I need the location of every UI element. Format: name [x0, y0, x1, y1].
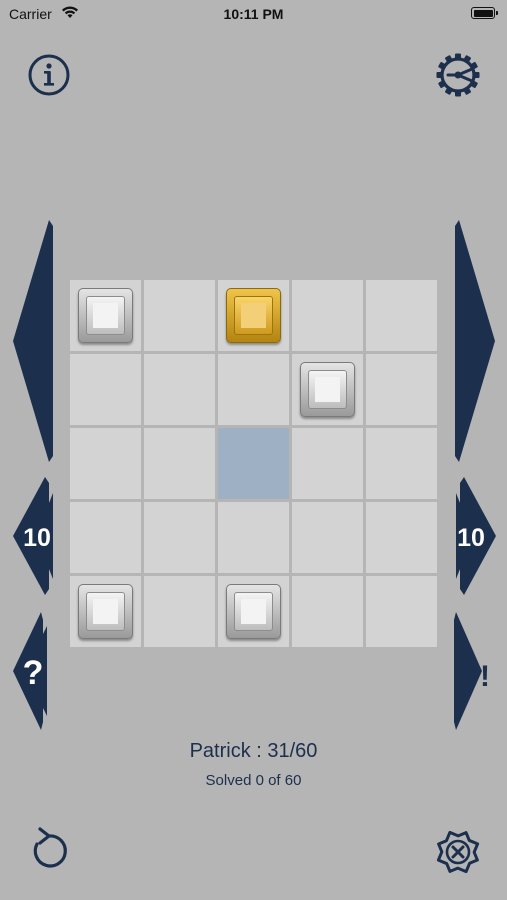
- status-bar: Carrier 10:11 PM: [0, 0, 507, 30]
- info-button[interactable]: [27, 53, 71, 97]
- board-cell[interactable]: [292, 576, 363, 647]
- previous-puzzle-button[interactable]: [13, 220, 57, 462]
- board-cell[interactable]: [366, 280, 437, 351]
- solved-count: Solved 0 of 60: [205, 772, 302, 789]
- board-cell[interactable]: [292, 280, 363, 351]
- board-cell[interactable]: [218, 428, 289, 499]
- player-progress: Patrick : 31/60: [189, 740, 318, 762]
- board-cell[interactable]: [292, 354, 363, 425]
- white-tile[interactable]: [300, 362, 355, 417]
- back-ten-button[interactable]: 10: [13, 477, 59, 595]
- gear-icon: [436, 53, 480, 97]
- forward-ten-label: 10: [457, 524, 485, 552]
- board-cell[interactable]: [144, 354, 215, 425]
- puzzle-board: [70, 280, 437, 647]
- board-cell[interactable]: [144, 502, 215, 573]
- board-cell[interactable]: [218, 280, 289, 351]
- settings-button[interactable]: [433, 52, 483, 98]
- board-cell[interactable]: [144, 428, 215, 499]
- white-tile[interactable]: [78, 288, 133, 343]
- white-tile[interactable]: [226, 584, 281, 639]
- board-cell[interactable]: [292, 428, 363, 499]
- undo-arrow-icon: [33, 827, 67, 868]
- board-cell[interactable]: [70, 428, 141, 499]
- board-cell[interactable]: [218, 502, 289, 573]
- gold-tile[interactable]: [226, 288, 281, 343]
- right-arrow-icon: [455, 220, 495, 462]
- board-cell[interactable]: [218, 576, 289, 647]
- gear-x-icon: [436, 830, 480, 874]
- board-cell[interactable]: [366, 354, 437, 425]
- reset-button[interactable]: [433, 828, 483, 876]
- help-label: ?: [23, 654, 44, 692]
- back-ten-label: 10: [23, 524, 51, 552]
- next-puzzle-button[interactable]: [451, 220, 495, 462]
- board-cell[interactable]: [366, 428, 437, 499]
- clock: 10:11 PM: [223, 6, 284, 22]
- board-cell[interactable]: [70, 354, 141, 425]
- white-tile[interactable]: [78, 584, 133, 639]
- info-circle-icon: [28, 54, 70, 96]
- hint-label: !: [480, 660, 490, 693]
- board-cell[interactable]: [70, 502, 141, 573]
- board-cell[interactable]: [144, 280, 215, 351]
- board-cell[interactable]: [70, 280, 141, 351]
- left-arrow-icon: [13, 220, 53, 462]
- battery-icon: [471, 7, 495, 19]
- hint-arrow-icon: [454, 612, 482, 730]
- board-cell[interactable]: [292, 502, 363, 573]
- hint-button[interactable]: !: [450, 612, 496, 730]
- forward-ten-button[interactable]: 10: [450, 477, 496, 595]
- board-cell[interactable]: [366, 576, 437, 647]
- board-cell[interactable]: [144, 576, 215, 647]
- board-cell[interactable]: [366, 502, 437, 573]
- board-cell[interactable]: [70, 576, 141, 647]
- board-cell[interactable]: [218, 354, 289, 425]
- undo-button[interactable]: [27, 826, 73, 874]
- help-button[interactable]: ?: [13, 612, 59, 730]
